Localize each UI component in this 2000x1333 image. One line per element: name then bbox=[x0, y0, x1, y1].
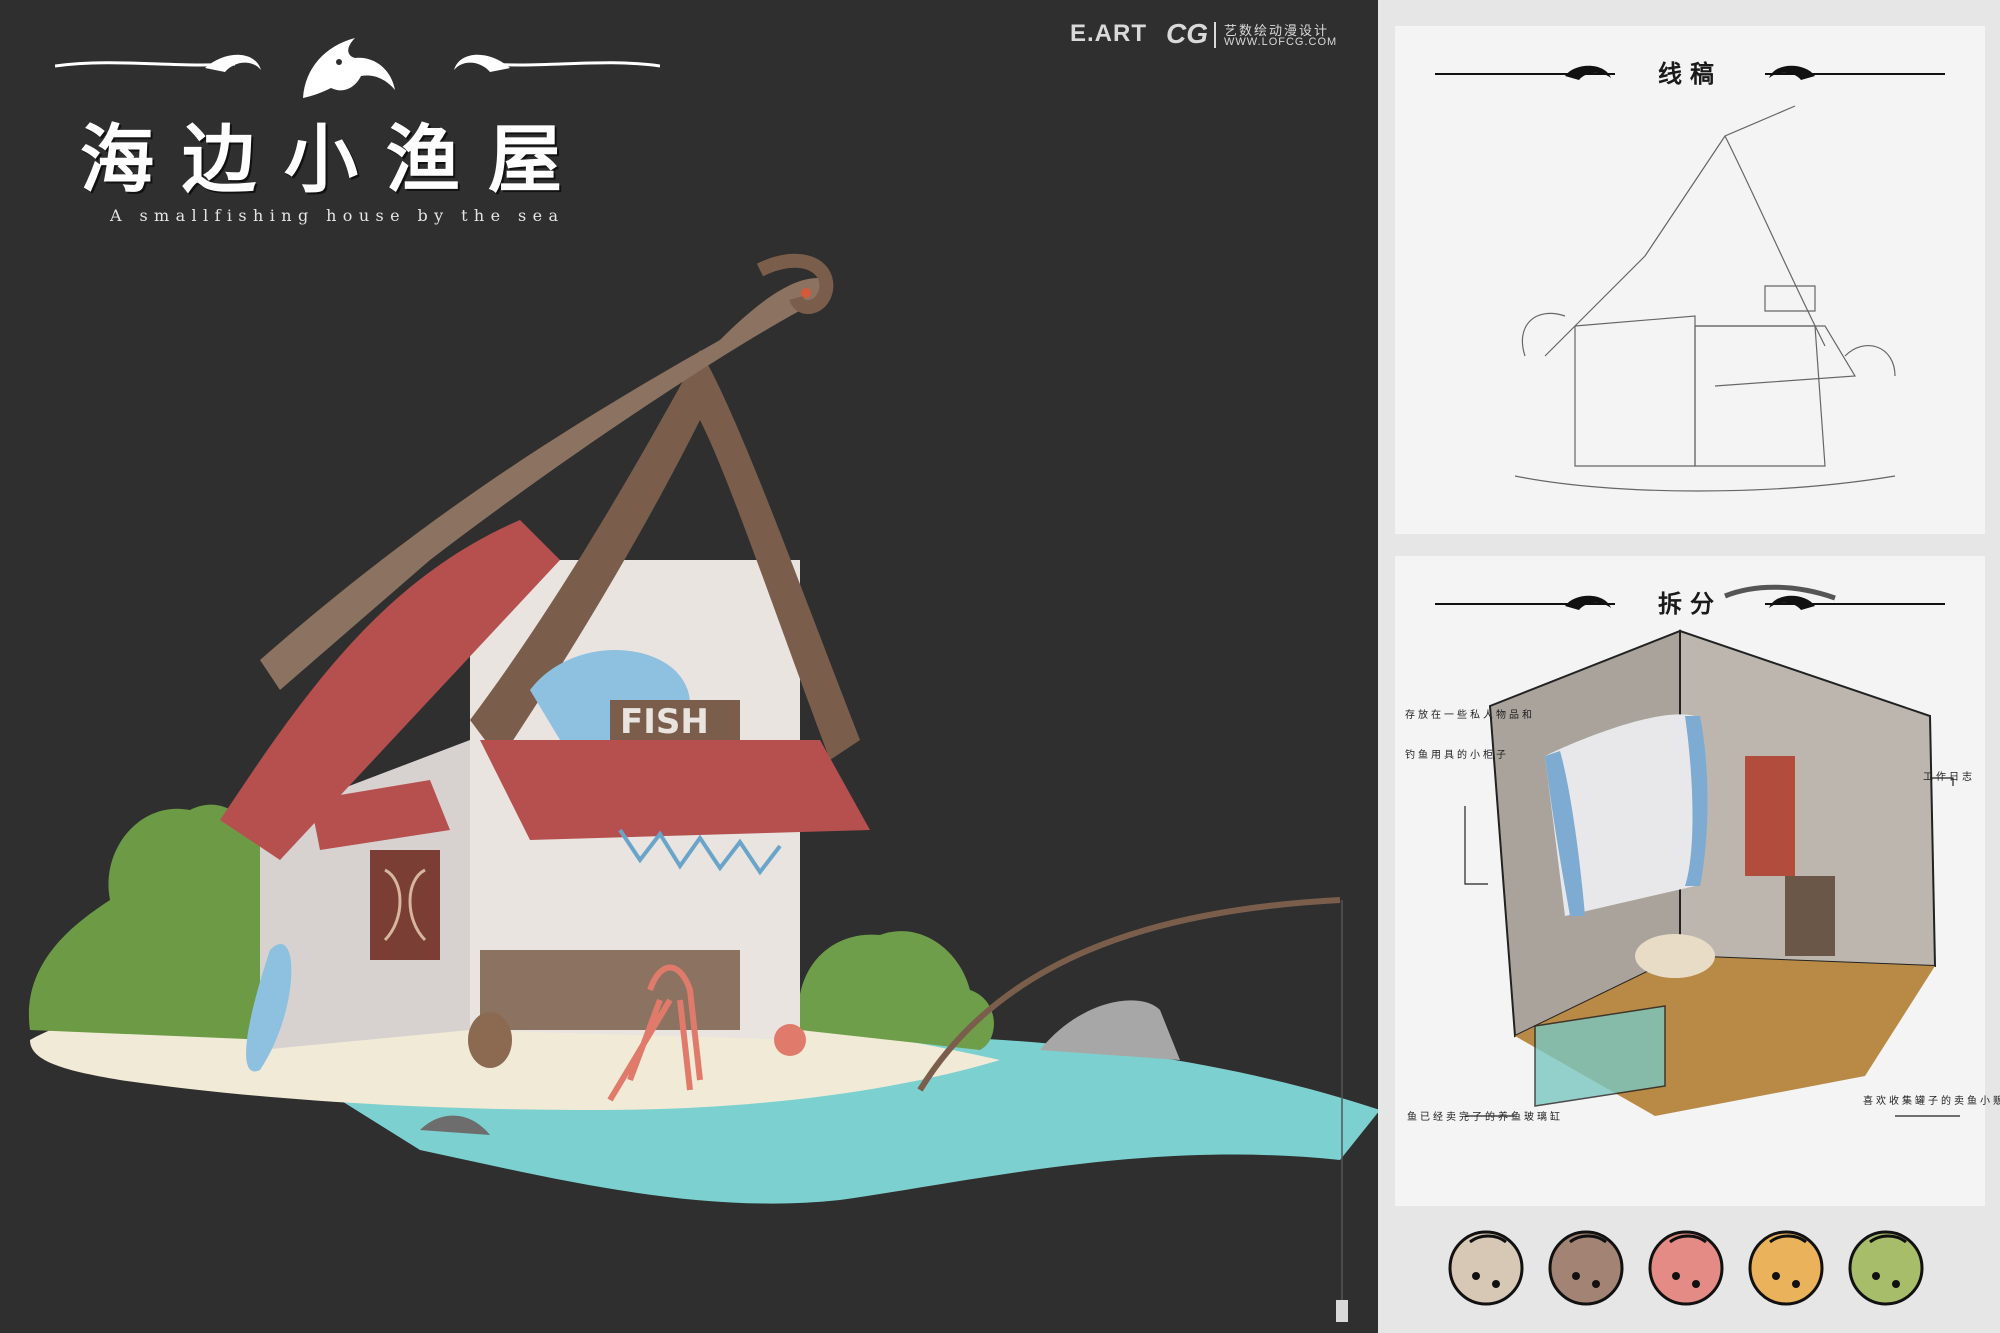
fish-icon-beige bbox=[1448, 1230, 1524, 1306]
annotation-vendor: 喜欢收集罐子的卖鱼小贩 bbox=[1863, 1096, 2000, 1107]
annotation-cabinet-line1: 存放在一些私人物品和 bbox=[1405, 710, 1535, 721]
fish-icon-pink bbox=[1648, 1230, 1724, 1306]
door-banner bbox=[370, 850, 440, 960]
fish-icon-brown bbox=[1548, 1230, 1624, 1306]
annotation-tank: 鱼已经卖完了的养鱼玻璃缸 bbox=[1407, 1112, 1563, 1123]
fish-icon-green bbox=[1848, 1230, 1924, 1306]
lineart-panel: 线稿 bbox=[1395, 26, 1985, 534]
breakdown-panel: 拆分 存放在一些私人物品和 钓鱼用具的小柜子 工作日志 鱼已经卖完了的养鱼玻璃缸… bbox=[1395, 556, 2000, 1206]
lineart-sketch bbox=[1514, 105, 1896, 492]
fishing-float bbox=[1336, 1300, 1348, 1322]
brand-url: WWW.LOFCG.COM bbox=[1224, 36, 1338, 48]
bush-left bbox=[28, 804, 271, 1040]
brand-divider bbox=[1214, 22, 1216, 48]
fish-sign-text: FISH bbox=[620, 702, 709, 742]
title-ornament-icon bbox=[55, 38, 660, 98]
annotation-cabinet-line2: 钓鱼用具的小柜子 bbox=[1405, 750, 1509, 761]
fish-icon-orange bbox=[1748, 1230, 1824, 1306]
brand-logo-text: E.ART bbox=[1070, 20, 1147, 47]
rock-right bbox=[1040, 1000, 1180, 1060]
page-title: 海边小渔屋 bbox=[80, 117, 590, 203]
shark-emblem-icon bbox=[303, 38, 395, 98]
brand-logo: E.ART CG 艺数绘动漫设计 WWW.LOFCG.COM bbox=[1070, 16, 1370, 56]
fish-icon-swatches bbox=[1440, 1218, 1940, 1310]
fishing-house-illustration: FISH bbox=[28, 253, 1378, 1322]
annotation-work-log: 工作日志 bbox=[1923, 772, 1975, 783]
counter bbox=[480, 950, 740, 1030]
octopus bbox=[774, 1024, 806, 1056]
awning-red bbox=[480, 740, 870, 840]
brand-logo-mark: CG bbox=[1166, 18, 1208, 49]
pot bbox=[468, 1012, 512, 1068]
